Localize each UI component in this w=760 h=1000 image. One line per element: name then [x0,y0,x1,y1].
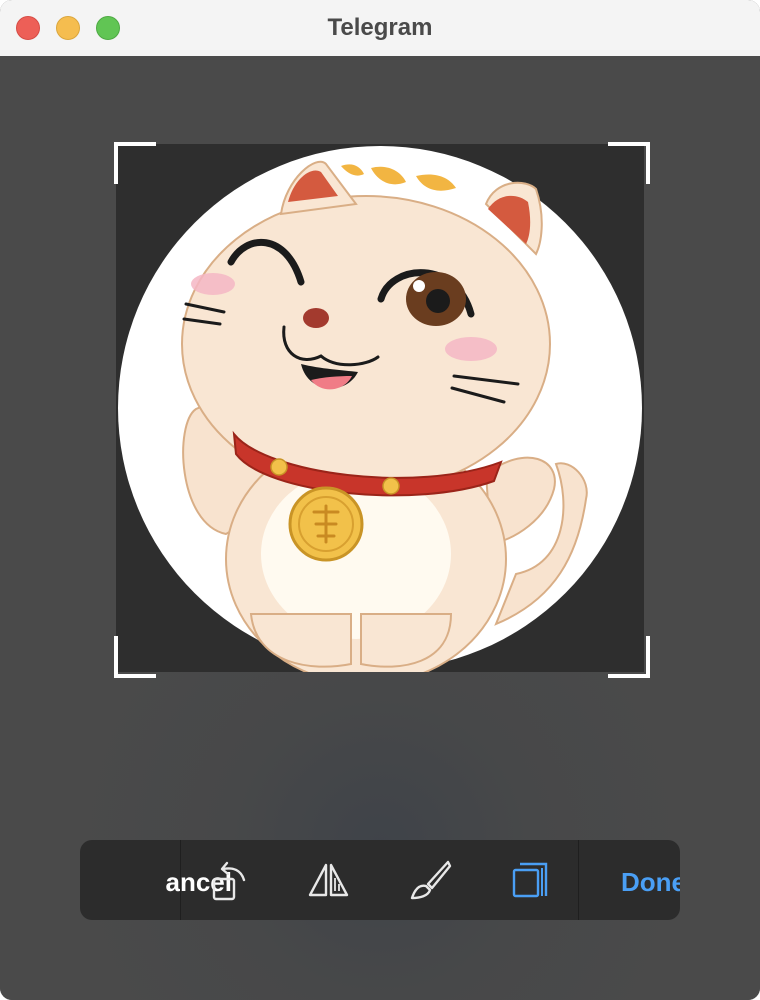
window-title: Telegram [327,14,433,41]
title-bar: Telegram [0,0,760,57]
aspect-ratio-button[interactable] [508,858,552,902]
toolbar-divider [180,840,181,920]
avatar-image [118,146,642,672]
toolbar-divider [578,840,579,920]
crop-area[interactable] [116,144,644,672]
crop-handle-bottom-right[interactable] [608,636,650,678]
cat-illustration [181,161,588,672]
aspect-ratio-icon [512,862,548,898]
rotate-button[interactable] [203,858,247,902]
paint-button[interactable] [408,858,452,902]
flip-icon [308,863,349,897]
crop-handle-bottom-left[interactable] [114,636,156,678]
crop-handle-top-right[interactable] [608,142,650,184]
mirror-button[interactable] [306,858,350,902]
editor-toolbar: ancel Done [80,840,680,920]
crop-handle-top-left[interactable] [114,142,156,184]
brush-icon [410,860,452,900]
telegram-window: Telegram ancel Done [0,0,760,1000]
done-button[interactable]: Done [621,840,680,920]
rotate-icon [212,861,246,901]
